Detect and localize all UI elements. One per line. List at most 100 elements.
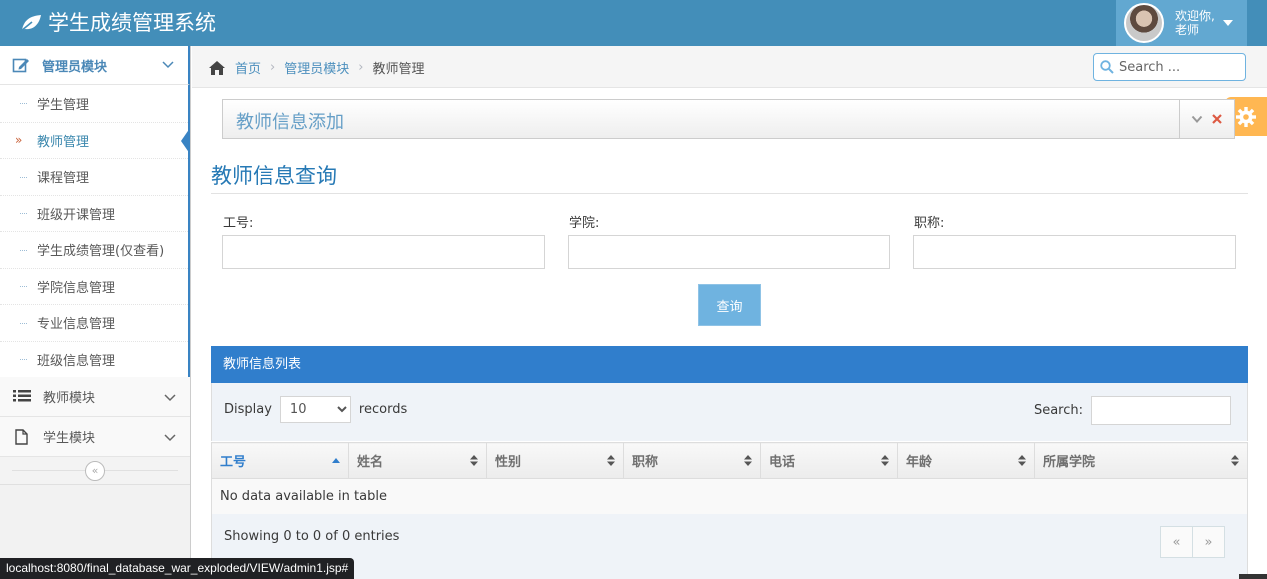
- sidebar-item-grade-management[interactable]: 学生成绩管理(仅查看): [0, 231, 188, 268]
- sidebar-item-label: 班级信息管理: [37, 353, 116, 369]
- column-header-phone[interactable]: 电话: [760, 442, 898, 479]
- display-label: Display: [224, 402, 272, 417]
- double-arrow-icon: »: [15, 132, 23, 147]
- sidebar-item-student-management[interactable]: 学生管理: [0, 85, 188, 122]
- query-button[interactable]: 查询: [698, 284, 761, 326]
- sidebar: 管理员模块 学生管理 » 教师管理 课程管理 班级开课管理 学生成绩管理(仅查看)…: [0, 46, 191, 579]
- chevron-down-icon[interactable]: [1191, 113, 1203, 125]
- page-length-select[interactable]: 10: [279, 396, 351, 423]
- widget-toolbar: [1179, 100, 1234, 138]
- column-header-title[interactable]: 职称: [623, 442, 761, 479]
- sidebar-collapse-button[interactable]: «: [85, 461, 105, 481]
- column-header-id[interactable]: 工号: [211, 442, 349, 479]
- sidebar-item-teacher-module[interactable]: 教师模块: [0, 377, 190, 417]
- welcome-line2: 老师: [1175, 23, 1200, 37]
- table-header-row: 工号 姓名 性别 职称 电话 年龄 所属学院: [211, 442, 1248, 479]
- file-icon: [15, 428, 28, 445]
- teacher-list-header: 教师信息列表: [211, 346, 1248, 383]
- column-header-college[interactable]: 所属学院: [1034, 442, 1248, 479]
- home-icon: [209, 60, 225, 75]
- table-search-input[interactable]: [1091, 396, 1231, 425]
- column-header-label: 性别: [495, 455, 522, 470]
- college-input[interactable]: [568, 235, 890, 269]
- table-search: Search:: [1034, 396, 1231, 425]
- teacher-table: 工号 姓名 性别 职称 电话 年龄 所属学院 No data available…: [211, 442, 1248, 515]
- breadcrumb-module-link[interactable]: 管理员模块: [284, 58, 349, 77]
- table-toolbar: Display 10 records Search:: [211, 383, 1248, 441]
- sidebar-item-label: 学生成绩管理(仅查看): [37, 244, 165, 260]
- breadcrumb-separator: ›: [358, 60, 364, 75]
- teacher-add-widget: 教师信息添加: [222, 99, 1235, 139]
- chevron-down-icon: [164, 394, 176, 402]
- column-header-label: 所属学院: [1043, 455, 1096, 470]
- sidebar-item-course-management[interactable]: 课程管理: [0, 158, 188, 195]
- query-section-title: 教师信息查询: [211, 164, 337, 188]
- brand[interactable]: 学生成绩管理系统: [20, 8, 216, 38]
- sort-icon: [470, 455, 478, 466]
- breadcrumb-home-link[interactable]: 首页: [235, 58, 261, 77]
- caret-down-icon: [1222, 20, 1233, 26]
- sidebar-item-label: 学生模块: [43, 431, 96, 446]
- column-header-name[interactable]: 姓名: [348, 442, 487, 479]
- empty-table-message: No data available in table: [211, 478, 1248, 515]
- sort-icon: [1018, 455, 1026, 466]
- sort-icon: [607, 455, 615, 466]
- table-info: Showing 0 to 0 of 0 entries: [224, 529, 400, 544]
- column-header-label: 工号: [220, 455, 247, 470]
- sidebar-item-class-management[interactable]: 班级信息管理: [0, 340, 188, 378]
- sidebar-item-label: 学生管理: [37, 97, 90, 113]
- column-header-gender[interactable]: 性别: [486, 442, 624, 479]
- title-label: 职称:: [914, 216, 945, 231]
- sidebar-item-label: 教师模块: [43, 391, 96, 406]
- sidebar-item-label: 班级开课管理: [37, 207, 116, 223]
- column-header-age[interactable]: 年龄: [897, 442, 1035, 479]
- column-header-label: 电话: [769, 455, 796, 470]
- sort-asc-icon: [332, 458, 340, 463]
- edit-icon: [12, 58, 29, 73]
- page-length-control: Display 10 records: [224, 396, 407, 423]
- column-header-label: 年龄: [906, 455, 933, 470]
- sidebar-item-major-management[interactable]: 专业信息管理: [0, 304, 188, 341]
- sidebar-item-college-management[interactable]: 学院信息管理: [0, 267, 188, 305]
- breadcrumb: 首页 › 管理员模块 › 教师管理: [208, 58, 424, 77]
- sidebar-item-teacher-management[interactable]: » 教师管理: [0, 121, 190, 159]
- welcome-text: 欢迎你, 老师: [1175, 9, 1215, 37]
- pagination-next-button[interactable]: »: [1192, 526, 1225, 558]
- pagination-prev-button[interactable]: «: [1160, 526, 1193, 558]
- sidebar-item-label: 专业信息管理: [37, 317, 116, 333]
- widget-title[interactable]: 教师信息添加: [236, 108, 344, 134]
- pagination: « »: [1160, 526, 1225, 558]
- sidebar-item-label: 课程管理: [37, 171, 90, 187]
- sidebar-item-class-course-management[interactable]: 班级开课管理: [0, 194, 188, 232]
- sidebar-item-label: 学院信息管理: [37, 280, 116, 296]
- teacher-id-input[interactable]: [222, 235, 545, 269]
- close-icon[interactable]: [1211, 113, 1223, 125]
- table-row: No data available in table: [211, 478, 1248, 515]
- nav-search-box: [1093, 53, 1246, 81]
- job-title-input[interactable]: [913, 235, 1236, 269]
- welcome-line1: 欢迎你,: [1175, 9, 1215, 23]
- chevron-down-icon: [162, 61, 174, 69]
- column-header-label: 职称: [632, 455, 659, 470]
- sort-icon: [744, 455, 752, 466]
- status-bar-url: localhost:8080/final_database_war_explod…: [0, 558, 355, 579]
- sidebar-item-label: 管理员模块: [42, 59, 108, 75]
- sidebar-collapse-bar: «: [0, 457, 190, 485]
- column-header-label: 姓名: [357, 455, 384, 470]
- avatar: [1124, 3, 1164, 43]
- admin-submenu: 学生管理 » 教师管理 课程管理 班级开课管理 学生成绩管理(仅查看) 学院信息管…: [0, 85, 190, 377]
- breadcrumb-current: 教师管理: [372, 62, 425, 77]
- list-icon: [13, 389, 31, 401]
- records-label: records: [358, 402, 408, 417]
- user-menu[interactable]: 欢迎你, 老师: [1116, 0, 1247, 46]
- table-search-label: Search:: [1033, 403, 1083, 418]
- sidebar-item-admin-module[interactable]: 管理员模块: [0, 46, 190, 85]
- nav-search-input[interactable]: [1119, 59, 1239, 75]
- sidebar-item-student-module[interactable]: 学生模块: [0, 417, 190, 457]
- divider: [211, 193, 1248, 194]
- active-indicator: [181, 127, 190, 154]
- teacher-id-label: 工号:: [223, 216, 254, 231]
- sort-icon: [1231, 455, 1239, 466]
- chevron-down-icon: [164, 434, 176, 442]
- table-footer: Showing 0 to 0 of 0 entries « »: [211, 514, 1248, 579]
